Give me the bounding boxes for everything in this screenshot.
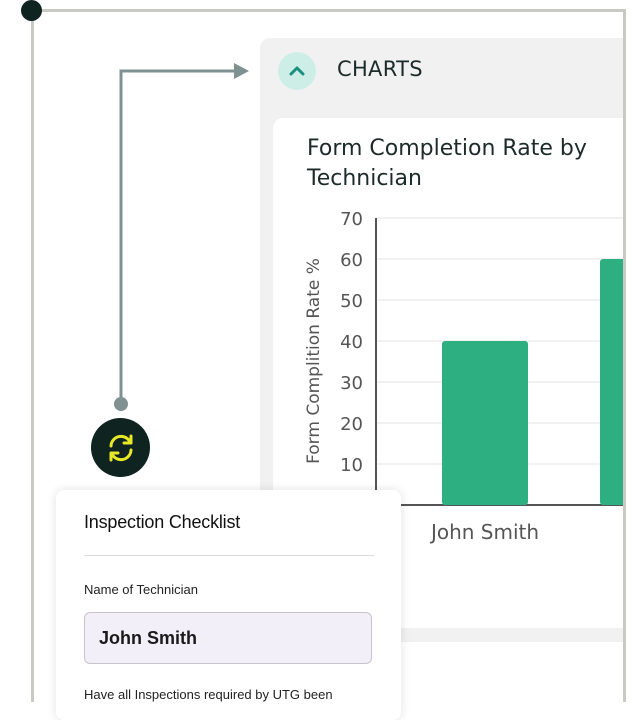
x-tick-label: John Smith [429, 520, 539, 544]
y-axis-label: Form Complition Rate % [304, 258, 324, 464]
checklist-title: Inspection Checklist [84, 512, 241, 532]
y-tick-label: 60 [340, 250, 363, 271]
y-tick-label: 30 [340, 373, 363, 394]
refresh-button[interactable] [91, 418, 150, 477]
y-tick-label: 50 [340, 291, 363, 312]
chevron-up-icon[interactable] [278, 52, 316, 90]
y-tick-label: 10 [340, 455, 363, 476]
technician-name-input[interactable]: John Smith [84, 612, 372, 664]
refresh-icon [109, 434, 132, 461]
bar [600, 259, 623, 505]
y-tick-label: 70 [340, 209, 363, 230]
inspection-question-text: Have all Inspections required by UTG bee… [84, 687, 333, 702]
y-tick-label: 40 [340, 332, 363, 353]
bar [442, 341, 528, 505]
charts-header[interactable]: CHARTS [260, 38, 623, 100]
inspection-checklist-card: Inspection Checklist Name of Technician … [56, 490, 401, 720]
technician-name-label: Name of Technician [84, 582, 198, 597]
checklist-divider [84, 555, 374, 556]
charts-title: CHARTS [337, 57, 423, 81]
y-tick-label: 20 [340, 414, 363, 435]
